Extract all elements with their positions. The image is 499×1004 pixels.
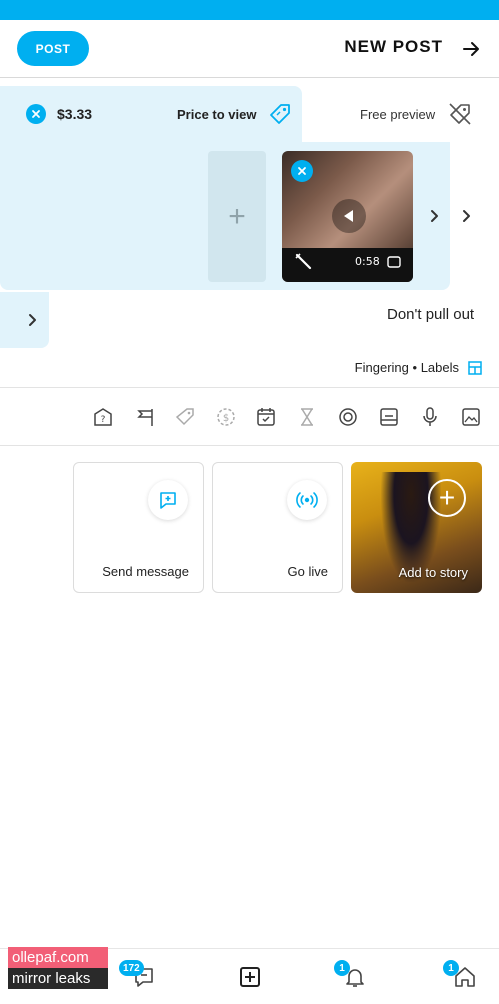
gallery-icon[interactable]: [376, 404, 402, 430]
remove-media-button[interactable]: [291, 160, 313, 182]
send-message-icon: [148, 480, 188, 520]
flag-icon[interactable]: [132, 404, 158, 430]
status-bar: [0, 0, 499, 20]
question-icon[interactable]: ?: [90, 404, 116, 430]
timer-icon[interactable]: [294, 404, 320, 430]
free-preview-icon[interactable]: [447, 101, 473, 127]
chevron-right-icon[interactable]: [425, 207, 443, 225]
labels-row[interactable]: Fingering • Labels: [0, 352, 499, 388]
mic-icon[interactable]: [417, 404, 443, 430]
add-to-story-card[interactable]: + Add to story: [351, 462, 482, 593]
notifications-badge: 1: [334, 960, 350, 976]
go-live-card[interactable]: Go live: [212, 462, 343, 593]
free-preview-label: Free preview: [360, 107, 436, 122]
add-to-story-label: Add to story: [398, 565, 468, 580]
labels-icon: [467, 360, 483, 376]
tag-icon[interactable]: [172, 404, 198, 430]
watermark-line1: ollepaf.com: [8, 947, 108, 968]
play-icon[interactable]: [332, 199, 366, 233]
poll-icon[interactable]: [335, 404, 361, 430]
messages-badge: 172: [119, 960, 144, 976]
post-button[interactable]: POST: [17, 31, 89, 66]
price-to-view-label: Price to view: [177, 107, 257, 122]
video-icon: [387, 255, 401, 268]
page-title: NEW POST: [344, 37, 443, 56]
label-item: Fingering: [354, 360, 409, 375]
labels-text: Fingering • Labels: [355, 360, 459, 375]
chevron-right-icon[interactable]: [457, 207, 475, 225]
label-separator: •: [412, 360, 418, 375]
video-thumbnail[interactable]: 0:58: [282, 151, 413, 282]
svg-text:$: $: [223, 413, 229, 424]
header: POST NEW POST: [0, 20, 499, 78]
home-badge: 1: [443, 960, 459, 976]
add-media-button[interactable]: +: [208, 151, 266, 282]
post-toolbar: ? $: [0, 390, 499, 446]
schedule-icon[interactable]: [253, 404, 279, 430]
labels-title: Labels: [420, 360, 459, 375]
chevron-left-icon[interactable]: [24, 311, 42, 329]
price-tag-icon[interactable]: [268, 102, 292, 126]
svg-text:?: ?: [101, 415, 106, 425]
image-icon[interactable]: [458, 404, 484, 430]
watermark: ollepaf.com mirror leaks: [8, 947, 110, 989]
clear-price-button[interactable]: [26, 104, 46, 124]
price-value[interactable]: $3.33: [57, 106, 92, 122]
add-icon[interactable]: [236, 963, 264, 991]
dollar-icon[interactable]: $: [213, 404, 239, 430]
back-arrow-icon[interactable]: [458, 36, 484, 62]
video-duration: 0:58: [355, 255, 380, 268]
send-message-label: Send message: [102, 564, 189, 579]
watermark-line2: mirror leaks: [8, 968, 108, 989]
go-live-label: Go live: [287, 564, 328, 579]
add-icon: +: [428, 479, 466, 517]
caption-text[interactable]: Don't pull out: [387, 306, 474, 323]
edit-icon[interactable]: [294, 252, 312, 270]
send-message-card[interactable]: Send message: [73, 462, 204, 593]
live-icon: [287, 480, 327, 520]
